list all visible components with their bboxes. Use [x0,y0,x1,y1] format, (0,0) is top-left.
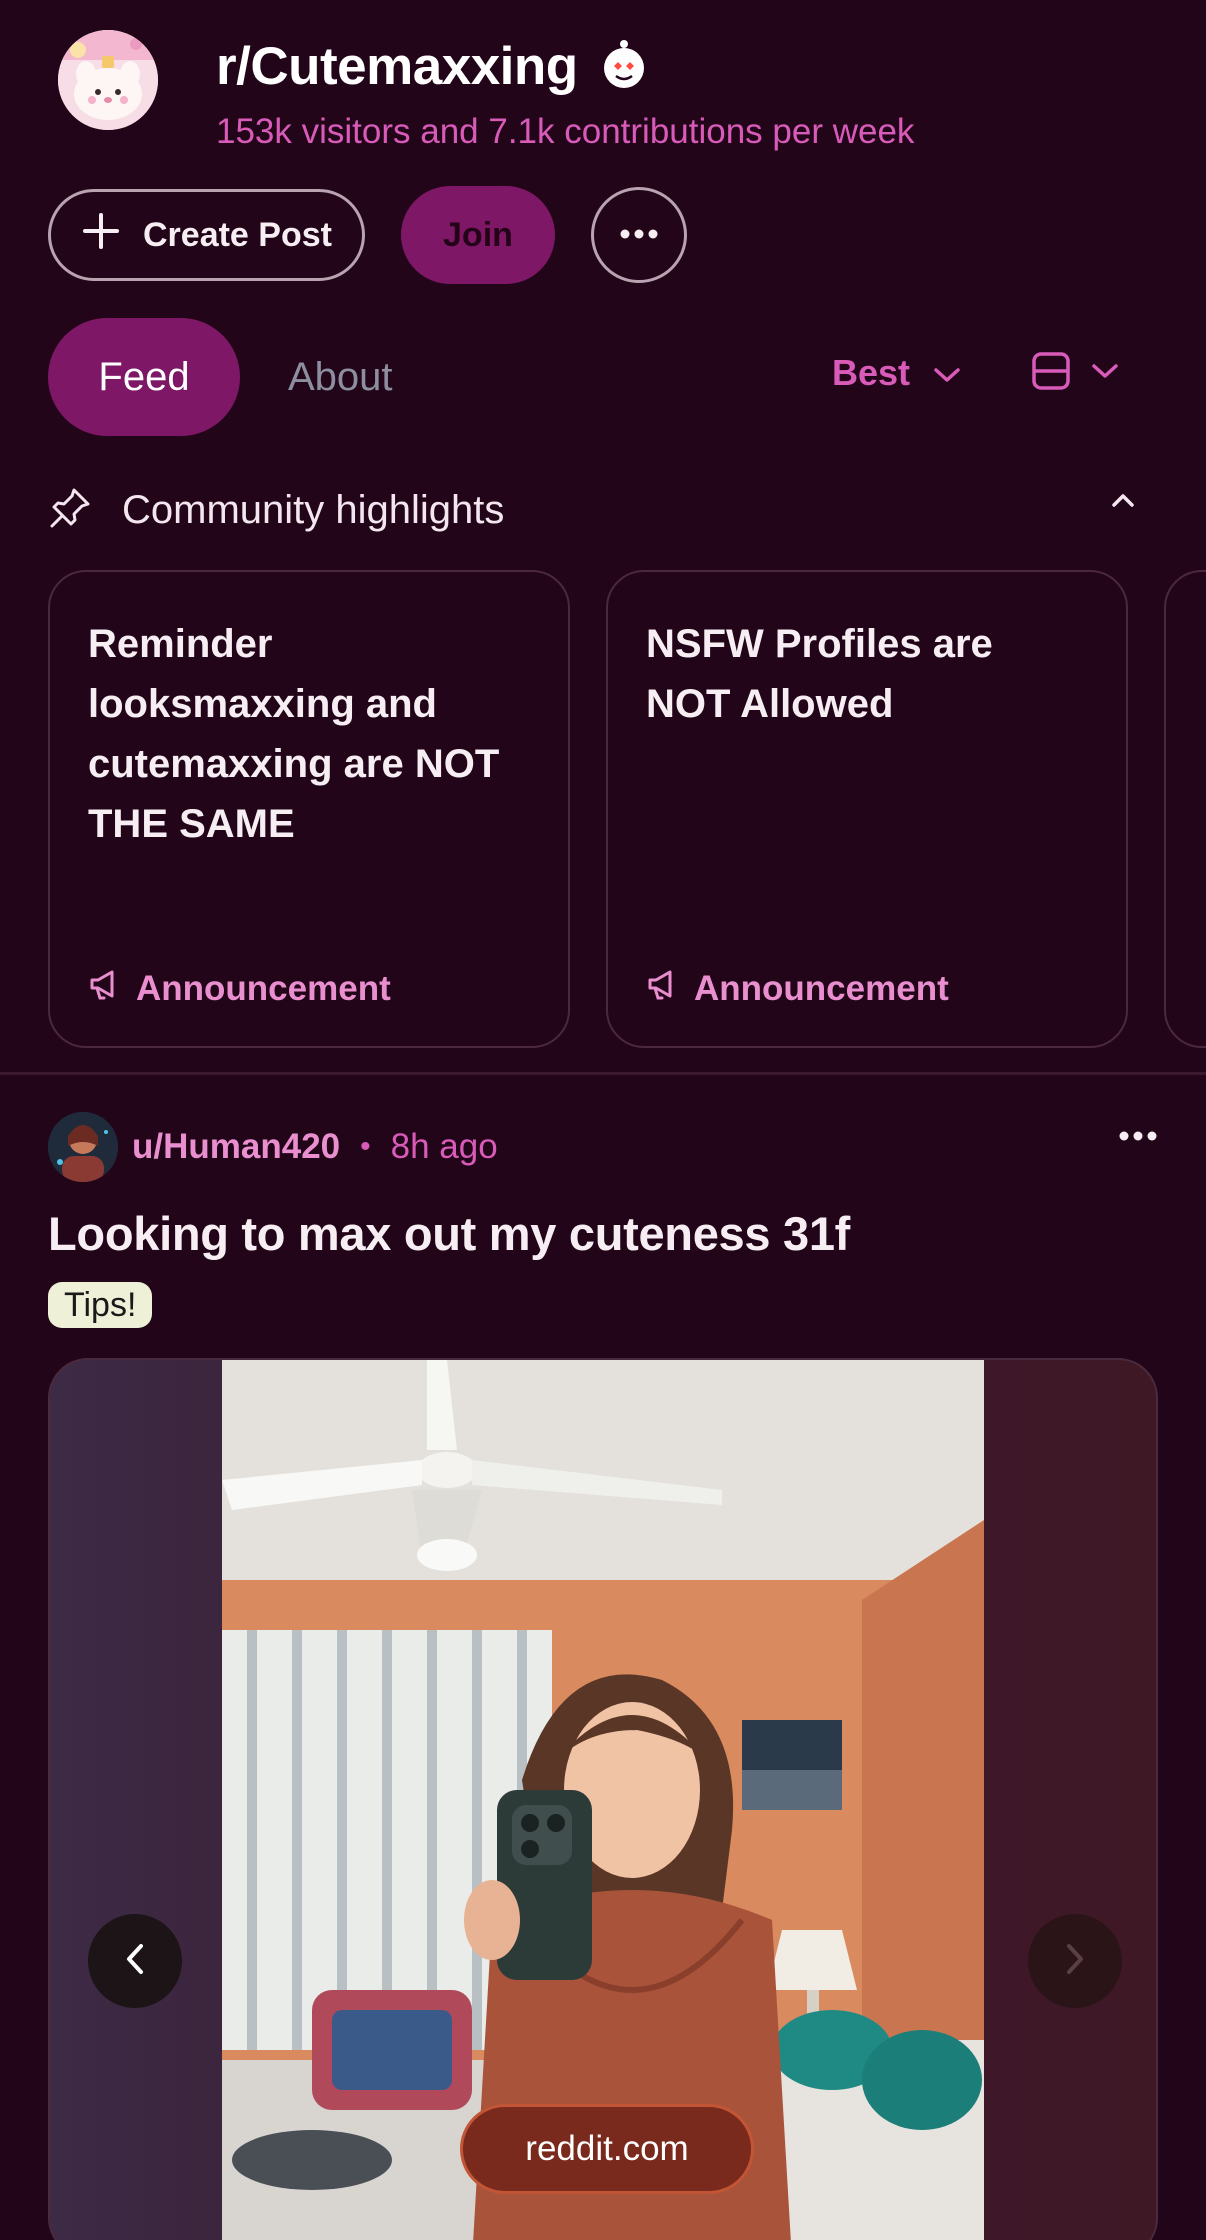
meta-separator: • [360,1130,371,1163]
pin-icon [48,486,92,535]
chevron-right-icon [1063,1942,1087,1981]
subreddit-avatar[interactable] [58,30,158,130]
join-button[interactable]: Join [400,186,555,284]
highlight-card-title: Reminder looksmaxxing and cutemaxxing ar… [88,622,500,846]
community-highlights-title: Community highlights [122,487,505,532]
highlight-card-tag: Announcement [88,967,391,1010]
post-flair[interactable]: Tips! [48,1282,153,1328]
view-mode-dropdown[interactable] [1030,340,1120,406]
tab-feed[interactable]: Feed [48,318,240,436]
megaphone-icon [88,967,122,1010]
chevron-down-icon [932,352,962,394]
tab-about[interactable]: About [288,318,393,436]
megaphone-icon [646,967,680,1010]
post-title[interactable]: Looking to max out my cuteness 31f [48,1206,850,1261]
post-meta: u/Human420 • 8h ago [48,1112,1158,1182]
chevron-up-icon[interactable] [1108,490,1138,515]
highlight-card-partial[interactable] [1164,570,1206,1048]
link-domain-pill[interactable]: reddit.com [460,2104,754,2194]
user-avatar[interactable] [48,1112,118,1182]
post-more-button[interactable] [1118,1128,1158,1146]
chevron-left-icon [123,1942,147,1981]
chevron-down-icon [1090,361,1120,386]
highlights-carousel: Reminder looksmaxxing and cutemaxxing ar… [48,570,1206,1048]
more-icon [619,226,659,244]
plus-icon [81,211,121,260]
post-media-gallery[interactable]: reddit.com [48,1358,1158,2240]
reddit-snoo-icon [596,36,652,97]
subreddit-name: r/Cutemaxxing [216,37,578,96]
feed-tabs: Feed About Best [48,318,1158,436]
highlight-card[interactable]: Reminder looksmaxxing and cutemaxxing ar… [48,570,570,1048]
highlight-card[interactable]: NSFW Profiles are NOT Allowed Announceme… [606,570,1128,1048]
gallery-prev-button[interactable] [88,1914,182,2008]
more-options-button[interactable] [590,187,687,283]
highlight-card-tag: Announcement [646,967,949,1010]
post-author[interactable]: u/Human420 [132,1127,340,1167]
sort-dropdown[interactable]: Best [832,340,962,406]
community-highlights-header[interactable]: Community highlights [48,480,1138,540]
post-timestamp: 8h ago [390,1127,498,1166]
highlight-card-title: NSFW Profiles are NOT Allowed [646,622,993,726]
card-view-icon [1030,350,1072,397]
highlight-card-tag-label: Announcement [136,968,391,1008]
subreddit-stats: 153k visitors and 7.1k contributions per… [216,112,915,151]
section-divider [0,1072,1206,1075]
sort-label: Best [832,352,911,393]
create-post-label: Create Post [143,215,332,254]
highlight-card-tag-label: Announcement [694,968,949,1008]
gallery-next-button[interactable] [1028,1914,1122,2008]
create-post-button[interactable]: Create Post [48,189,365,281]
